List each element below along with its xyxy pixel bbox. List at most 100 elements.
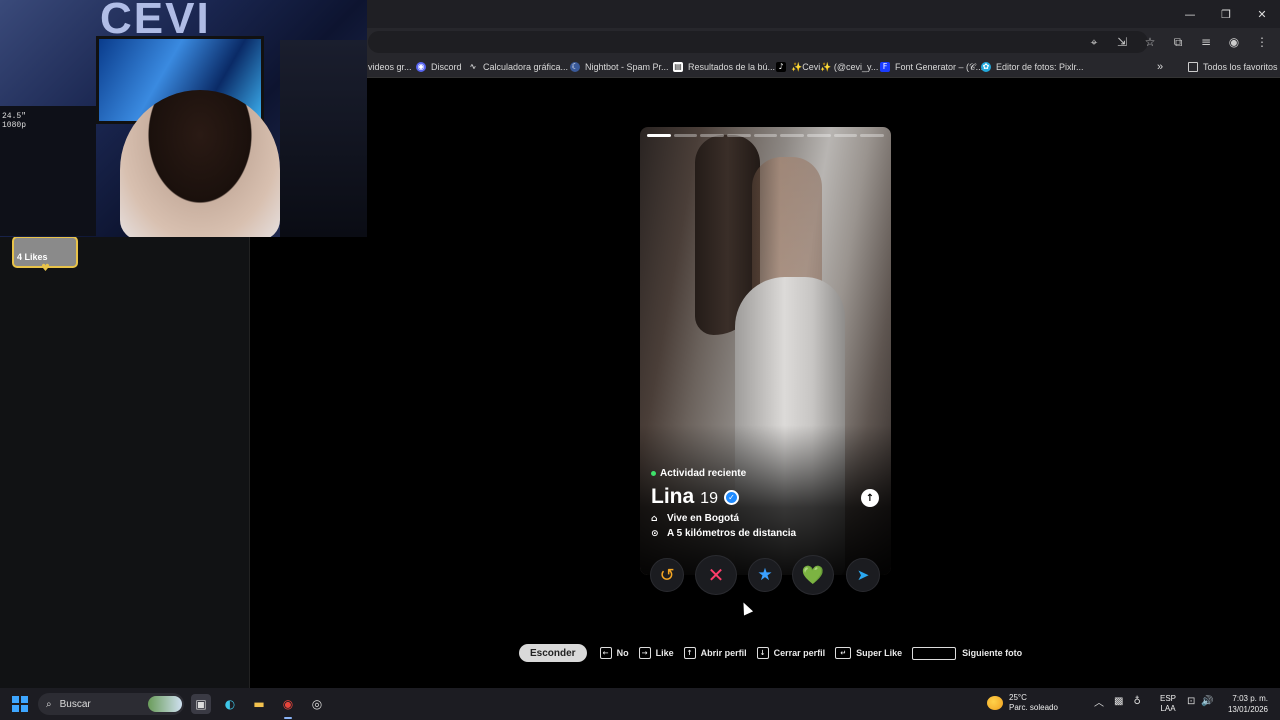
bookmark-nightbot[interactable]: ☾ Nightbot - Spam Pr...	[570, 60, 669, 74]
keyboard-hints: Esconder ← No → Like ↑ Abrir perfil ↓ Cerrar…	[519, 644, 1032, 662]
file-explorer-icon[interactable]: ▬	[249, 694, 269, 714]
system-tray-status[interactable]: ⊡ 🔊	[1187, 696, 1214, 707]
hint-label: No	[616, 648, 629, 658]
mouse-cursor	[738, 600, 754, 616]
volume-icon: 🔊	[1201, 696, 1214, 707]
photo-progress-segment[interactable]	[700, 134, 725, 137]
activity-text: Actividad reciente	[660, 468, 747, 479]
bookmark-pixlr[interactable]: ✿ Editor de fotos: Pixlr...	[981, 60, 1084, 74]
hint-label: Abrir perfil	[700, 648, 747, 658]
arrow-up-key-icon: ↑	[683, 647, 696, 659]
doc-icon: ▤	[673, 62, 683, 72]
minimize-button[interactable]: —	[1172, 0, 1208, 28]
discord-icon: ◉	[416, 62, 426, 72]
extensions-icon[interactable]: ⧉	[1166, 31, 1190, 53]
profile-card[interactable]: Actividad reciente Lina 19 ✓ ↑ ⌂ Vive en…	[640, 127, 891, 575]
bookmark-label: Font Generator – (𝒞...	[895, 61, 984, 72]
bookmark-resultados[interactable]: ▤ Resultados de la bú...	[673, 60, 775, 74]
hint-super-like: ↵ Super Like	[835, 647, 902, 659]
photo-progress-segment[interactable]	[727, 134, 751, 137]
location-icon[interactable]: ⌖	[1082, 31, 1106, 53]
photo-progress-segment[interactable]	[753, 134, 778, 137]
profile-name: Lina	[651, 485, 695, 508]
bookmark-font-generator[interactable]: F Font Generator – (𝒞...	[880, 60, 983, 74]
bookmark-label: Editor de fotos: Pixlr...	[996, 62, 1084, 72]
bookmark-label: Resultados de la bú...	[688, 62, 776, 72]
restore-button[interactable]: ❐	[1208, 0, 1244, 28]
super-like-button[interactable]: ★	[748, 558, 782, 592]
location-pin-icon: ⊙	[651, 528, 659, 539]
bookmark-videos[interactable]: videos gr...	[368, 60, 412, 74]
arrow-down-key-icon: ↓	[756, 647, 769, 659]
send-icon: ➤	[856, 566, 870, 584]
window-controls: — ❐ ✕	[1172, 0, 1280, 28]
home-icon: ⌂	[651, 513, 658, 524]
photo-progress-segment[interactable]	[780, 134, 805, 137]
network-icon: ⊡	[1187, 696, 1196, 707]
font-icon: F	[880, 62, 890, 72]
bookmark-label: Calculadora gráfica...	[483, 62, 569, 72]
boost-button[interactable]: ➤	[846, 558, 880, 592]
rewind-button[interactable]: ↺	[650, 558, 684, 592]
desmos-icon: ∿	[469, 62, 477, 71]
star-icon[interactable]: ☆	[1138, 31, 1162, 53]
system-tray: ︿ ▩ ♁	[1094, 694, 1141, 709]
hint-no: ← No	[599, 647, 629, 659]
bookmarks-more-button[interactable]: »	[1157, 60, 1163, 74]
clock[interactable]: 7:03 p. m. 13/01/2026	[1222, 693, 1268, 715]
search-placeholder: Buscar	[59, 698, 91, 710]
bookmark-discord[interactable]: ◉ Discord	[416, 60, 462, 74]
photo-progress-segment[interactable]	[807, 134, 831, 137]
bookmark-label: Todos los favoritos	[1203, 62, 1278, 72]
chevron-up-icon[interactable]: ︿	[1094, 694, 1104, 709]
profile-icon[interactable]: ◉	[1222, 31, 1246, 53]
weather-sun-icon	[987, 696, 1003, 710]
menu-icon[interactable]: ⋮	[1250, 31, 1274, 53]
language-indicator[interactable]: ESP LAA	[1160, 694, 1176, 714]
taskbar-search[interactable]: ⌕ Buscar	[38, 693, 184, 715]
likes-label: 4 Likes	[17, 252, 48, 262]
space-key-icon	[912, 646, 957, 660]
install-icon[interactable]: ⇲	[1110, 31, 1134, 53]
task-view-icon[interactable]: ▣	[191, 694, 211, 714]
folder-icon	[1188, 62, 1198, 72]
verified-icon: ✓	[723, 489, 739, 505]
obs-icon[interactable]: ◎	[307, 694, 327, 714]
open-profile-button[interactable]: ↑	[861, 489, 879, 507]
hide-hints-button[interactable]: Esconder	[519, 644, 587, 662]
arrow-right-key-icon: →	[638, 647, 651, 659]
chrome-icon[interactable]: ◉	[278, 694, 298, 719]
tray-app-icon[interactable]: ▩	[1114, 696, 1123, 707]
cam-background	[280, 40, 367, 237]
arrow-left-key-icon: ←	[599, 647, 612, 659]
photo-progress-segment[interactable]	[860, 134, 885, 137]
media-icon[interactable]: ≡	[1194, 31, 1218, 53]
bookmark-calculadora[interactable]: ∿ Calculadora gráfica...	[468, 60, 568, 74]
photo-progress-segment[interactable]	[673, 134, 698, 137]
microphone-icon[interactable]: ♁	[1133, 696, 1140, 707]
tiktok-icon: ♪	[776, 62, 786, 72]
like-button[interactable]: 💚	[792, 555, 834, 595]
photo-progress-segment[interactable]	[833, 134, 858, 137]
close-window-button[interactable]: ✕	[1244, 0, 1280, 28]
hint-label: Super Like	[856, 648, 903, 658]
lives-in-row: ⌂ Vive en Bogotá	[651, 513, 739, 524]
windows-start-button[interactable]	[12, 696, 28, 712]
bookmark-label: Discord	[431, 62, 462, 72]
profile-age: 19	[700, 490, 718, 507]
all-bookmarks-button[interactable]: Todos los favoritos	[1188, 60, 1278, 74]
enter-key-icon: ↵	[835, 647, 852, 659]
pixlr-icon: ✿	[981, 62, 991, 72]
edge-icon[interactable]: ◐	[220, 694, 240, 714]
address-bar[interactable]	[368, 31, 1148, 53]
search-highlight-image	[148, 696, 182, 712]
weather-widget[interactable]: 25°C Parc. soleado	[987, 693, 1058, 713]
rewind-icon: ↺	[659, 564, 675, 586]
lang-line2: LAA	[1160, 704, 1176, 713]
clock-time: 7:03 p. m.	[1232, 694, 1268, 703]
lives-in-text: Vive en Bogotá	[667, 513, 740, 524]
bookmark-label: videos gr...	[368, 62, 412, 72]
bookmark-tiktok[interactable]: ♪ ✨Cevi✨ (@cevi_y...	[776, 60, 878, 74]
nope-button[interactable]: ✕	[695, 555, 737, 595]
photo-progress-segment[interactable]	[647, 134, 671, 137]
